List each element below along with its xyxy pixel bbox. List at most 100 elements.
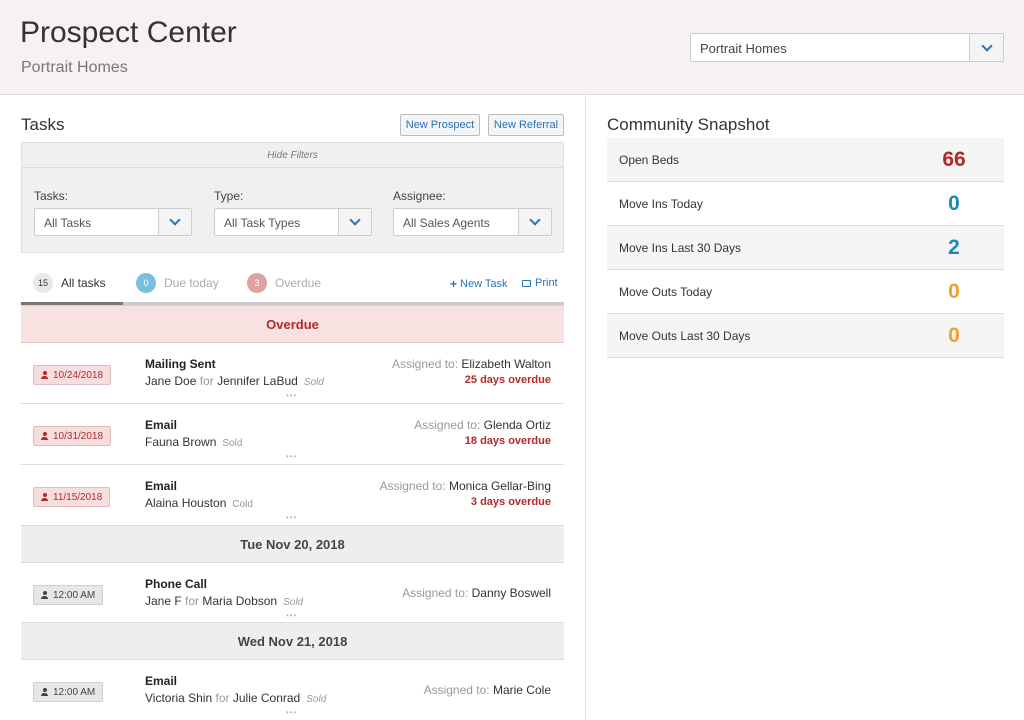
chevron-down-icon <box>980 39 993 52</box>
snapshot-value: 0 <box>948 191 960 215</box>
prospect-name[interactable]: Jane F <box>145 594 182 608</box>
badge-text: 10/24/2018 <box>53 369 104 381</box>
badge-text: 12:00 AM <box>53 686 96 698</box>
group-header-overdue: Overdue <box>21 305 564 343</box>
assignee-filter-select[interactable]: All Sales Agents <box>393 208 552 236</box>
tasks-filter-select[interactable]: All Tasks <box>34 208 192 236</box>
print-label: Print <box>535 277 558 289</box>
prospect-name[interactable]: Jane Doe <box>145 374 196 388</box>
type-filter-value: All Task Types <box>224 216 301 230</box>
more-dots[interactable]: ••• <box>286 452 297 461</box>
badge-text: 12:00 AM <box>53 589 96 601</box>
task-date-badge: 10/24/2018 <box>33 365 112 385</box>
prospect-name[interactable]: Victoria Shin <box>145 691 212 705</box>
tasks-filter-toggle[interactable] <box>158 209 191 235</box>
assigned-to: Assigned to: Marie Cole <box>424 683 551 697</box>
group-header-date: Wed Nov 21, 2018 <box>21 622 564 660</box>
task-prospect: Jane Doe for Jennifer LaBud Sold <box>145 374 324 388</box>
page-title: Prospect Center <box>20 16 237 49</box>
task-date-badge: 11/15/2018 <box>33 487 111 507</box>
group-header-date: Tue Nov 20, 2018 <box>21 525 564 563</box>
user-icon <box>41 432 48 440</box>
task-prospect: Jane F for Maria Dobson Sold <box>145 594 303 608</box>
more-dots[interactable]: ••• <box>286 391 297 400</box>
prospect-name[interactable]: Alaina Houston <box>145 496 226 510</box>
community-select-value: Portrait Homes <box>700 41 787 56</box>
task-type: Email <box>145 674 178 688</box>
snapshot-row-move-outs-today: Move Outs Today 0 <box>607 270 1004 314</box>
snapshot-row-open-beds: Open Beds 66 <box>607 138 1004 182</box>
page-header: Prospect Center Portrait Homes Portrait … <box>0 0 1024 95</box>
for-text: for <box>199 374 214 388</box>
task-time-badge: 12:00 AM <box>33 682 104 702</box>
assignee-filter-value: All Sales Agents <box>403 216 490 230</box>
task-row[interactable]: 11/15/2018 Email Alaina Houston Cold ••• … <box>21 465 564 526</box>
chevron-down-icon <box>169 214 181 226</box>
snapshot-title: Community Snapshot <box>607 115 770 134</box>
task-prospect: Fauna Brown Sold <box>145 435 242 449</box>
snapshot-label: Move Ins Today <box>619 196 703 211</box>
more-dots[interactable]: ••• <box>286 611 297 620</box>
page-subtitle: Portrait Homes <box>21 59 128 76</box>
print-link[interactable]: Print <box>522 277 558 289</box>
prospect-status: Sold <box>283 597 304 608</box>
overdue-count: 3 <box>247 272 267 293</box>
community-select-toggle[interactable] <box>969 34 1003 61</box>
more-dots[interactable]: ••• <box>286 513 297 522</box>
tab-overdue[interactable]: 3 Overdue <box>247 260 357 305</box>
overdue-text: 18 days overdue <box>464 435 551 447</box>
new-referral-button[interactable]: New Referral <box>488 114 564 136</box>
user-icon <box>41 493 48 501</box>
prospect-status: Sold <box>222 438 243 449</box>
referrer-name[interactable]: Jennifer LaBud <box>217 374 298 388</box>
chevron-down-icon <box>529 214 541 226</box>
assignee-filter-toggle[interactable] <box>518 209 551 235</box>
badge-text: 11/15/2018 <box>53 491 103 503</box>
assignee-name: Marie Cole <box>492 683 551 697</box>
assigned-label: Assigned to: <box>414 418 481 432</box>
user-icon <box>41 371 48 379</box>
task-type: Phone Call <box>145 577 208 591</box>
task-row[interactable]: 12:00 AM Phone Call Jane F for Maria Dob… <box>21 563 564 624</box>
type-filter-select[interactable]: All Task Types <box>214 208 372 236</box>
assignee-name: Elizabeth Walton <box>461 357 551 371</box>
tab-due-today[interactable]: 0 Due today <box>136 260 236 305</box>
task-prospect: Victoria Shin for Julie Conrad Sold <box>145 691 326 705</box>
tab-label: Overdue <box>275 275 322 290</box>
snapshot-row-move-ins-today: Move Ins Today 0 <box>607 182 1004 226</box>
overdue-text: 25 days overdue <box>464 374 551 386</box>
new-task-label: New Task <box>460 278 508 290</box>
referrer-name[interactable]: Julie Conrad <box>233 691 300 705</box>
hide-filters-link[interactable]: Hide Filters <box>22 143 563 168</box>
tab-label: All tasks <box>61 275 106 290</box>
assignee-name: Monica Gellar-Bing <box>448 479 551 493</box>
tasks-filter-label: Tasks: <box>34 189 69 203</box>
print-icon <box>522 279 531 287</box>
prospect-status: Sold <box>303 377 324 388</box>
assigned-label: Assigned to: <box>379 479 446 493</box>
new-prospect-button[interactable]: New Prospect <box>400 114 480 136</box>
snapshot-value: 0 <box>948 279 960 303</box>
prospect-name[interactable]: Fauna Brown <box>145 435 216 449</box>
type-filter-label: Type: <box>214 189 244 203</box>
more-dots[interactable]: ••• <box>286 708 297 717</box>
task-row[interactable]: 10/31/2018 Email Fauna Brown Sold ••• Ass… <box>21 404 564 465</box>
prospect-status: Sold <box>306 694 327 705</box>
type-filter-toggle[interactable] <box>338 209 371 235</box>
community-select[interactable]: Portrait Homes <box>690 33 1004 62</box>
task-row[interactable]: 12:00 AM Email Victoria Shin for Julie C… <box>21 660 564 720</box>
assignee-filter-label: Assignee: <box>393 189 446 203</box>
filters-panel: Hide Filters Tasks: All Tasks Type: All … <box>21 142 564 253</box>
task-row[interactable]: 10/24/2018 Mailing Sent Jane Doe for Jen… <box>21 343 564 404</box>
new-task-link[interactable]: + New Task <box>450 277 508 291</box>
prospect-status: Cold <box>232 499 253 510</box>
tab-all-tasks[interactable]: 15 All tasks <box>21 260 123 305</box>
snapshot-label: Open Beds <box>619 152 680 167</box>
referrer-name[interactable]: Maria Dobson <box>202 594 277 608</box>
task-type: Email <box>145 479 178 493</box>
assigned-label: Assigned to: <box>423 683 490 697</box>
task-type: Mailing Sent <box>145 357 216 371</box>
snapshot-label: Move Outs Today <box>619 284 713 299</box>
for-text: for <box>215 691 230 705</box>
task-prospect: Alaina Houston Cold <box>145 496 253 510</box>
